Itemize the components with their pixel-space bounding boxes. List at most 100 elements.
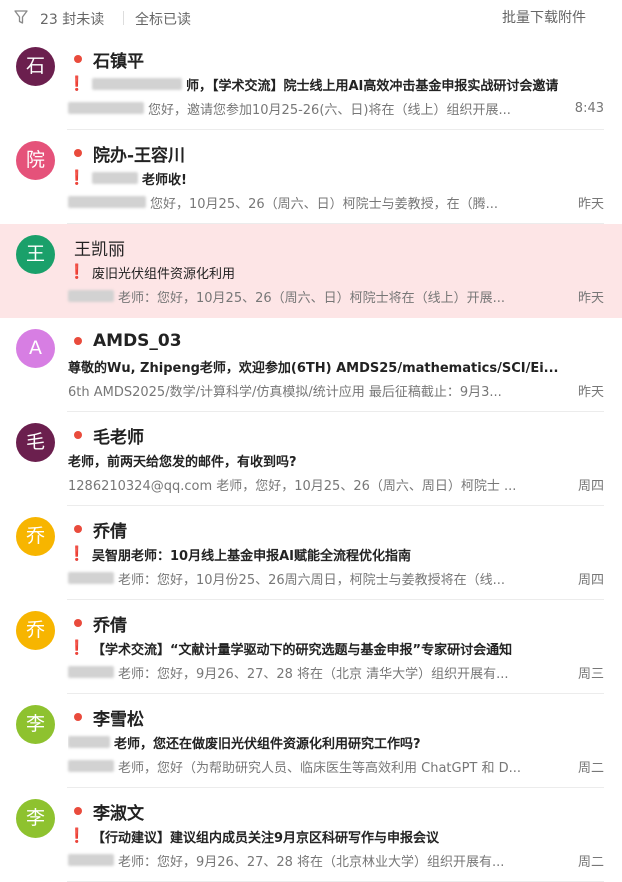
mail-time: 8:43 <box>574 100 604 116</box>
subject-row: 老师，前两天给您发的邮件，有收到吗? <box>68 450 604 470</box>
sender-row: 石镇平 <box>74 47 144 72</box>
redacted-name <box>92 172 138 184</box>
mail-preview: 老师：您好，10月25、26（周六、日）柯院士将在（线上）开展... <box>118 290 506 306</box>
mail-list-item[interactable]: 石 石镇平 ❗ 师，【学术交流】院士线上用AI高效冲击基金申报实战研讨会邀请 您… <box>0 36 622 130</box>
subject-row: 老师，您还在做废旧光伏组件资源化利用研究工作吗? <box>68 732 604 752</box>
subject-row: ❗ 吴智朋老师：10月线上基金申报AI赋能全流程优化指南 <box>68 544 604 564</box>
unread-dot-icon <box>74 525 82 533</box>
sender-name: 石镇平 <box>93 51 144 72</box>
unread-dot-icon <box>74 431 82 439</box>
redacted-name <box>68 290 114 302</box>
unread-dot-icon <box>74 337 82 345</box>
mail-list-item[interactable]: 乔 乔倩 ❗ 【学术交流】“文献计量学驱动下的研究选题与基金申报”专家研讨会通知… <box>0 600 622 694</box>
mail-list-item[interactable]: 李 李雪松 老师，您还在做废旧光伏组件资源化利用研究工作吗? 老师，您好（为帮助… <box>0 694 622 788</box>
subject-row: ❗ 老师收! <box>68 168 604 188</box>
mail-list-item[interactable]: A AMDS_03 尊敬的Wu, Zhipeng老师，欢迎参加(6TH) AMD… <box>0 318 622 412</box>
filter-icon[interactable] <box>14 9 28 25</box>
sender-avatar: 李 <box>16 705 55 744</box>
mail-subject: 废旧光伏组件资源化利用 <box>92 266 236 282</box>
sender-row: 王凯丽 <box>74 235 125 260</box>
sender-row: AMDS_03 <box>74 329 182 353</box>
mail-preview: 6th AMDS2025/数学/计算科学/仿真模拟/统计应用 最后征稿截止：9月… <box>68 384 502 400</box>
sender-avatar: 乔 <box>16 517 55 556</box>
sender-name: 院办-王容川 <box>93 145 186 166</box>
important-flag-icon: ❗ <box>68 76 86 92</box>
preview-row: 您好，10月25、26（周六、日）柯院士与姜教授，在（腾... 昨天 <box>68 192 604 212</box>
redacted-name <box>68 102 144 114</box>
subject-row: ❗ 师，【学术交流】院士线上用AI高效冲击基金申报实战研讨会邀请 <box>68 74 604 94</box>
sender-row: 乔倩 <box>74 611 127 636</box>
mail-time: 周二 <box>577 760 604 776</box>
sender-name: 乔倩 <box>93 615 127 636</box>
mail-subject: 【行动建议】建议组内成员关注9月京区科研写作与申报会议 <box>92 830 440 846</box>
mail-list-item[interactable]: 院 院办-王容川 ❗ 老师收! 您好，10月25、26（周六、日）柯院士与姜教授… <box>0 130 622 224</box>
mail-subject: 尊敬的Wu, Zhipeng老师，欢迎参加(6TH) AMDS25/mathem… <box>68 360 559 376</box>
important-flag-icon: ❗ <box>68 640 86 656</box>
mail-time: 昨天 <box>577 196 604 212</box>
mail-subject: 老师收! <box>142 172 187 188</box>
redacted-name <box>68 854 114 866</box>
preview-row: 您好，邀请您参加10月25-26(六、日)将在（线上）组织开展... 8:43 <box>68 98 604 118</box>
unread-dot-icon <box>74 55 82 63</box>
important-flag-icon: ❗ <box>68 828 86 844</box>
mail-preview: 老师：您好，9月26、27、28 将在（北京 清华大学）组织开展有... <box>118 666 509 682</box>
sender-avatar: 李 <box>16 799 55 838</box>
mail-preview: 1286210324@qq.com 老师，您好，10月25、26（周六、周日）柯… <box>68 478 517 494</box>
sender-avatar: 毛 <box>16 423 55 462</box>
redacted-name <box>68 572 114 584</box>
preview-row: 老师：您好，10月份25、26周六周日，柯院士与姜教授将在（线... 周四 <box>68 568 604 588</box>
important-flag-icon: ❗ <box>68 170 86 186</box>
mail-list-item[interactable]: 李 李淑文 ❗ 【行动建议】建议组内成员关注9月京区科研写作与申报会议 老师：您… <box>0 788 622 882</box>
sender-row: 乔倩 <box>74 517 127 542</box>
unread-dot-icon <box>74 807 82 815</box>
sender-avatar: 王 <box>16 235 55 274</box>
preview-row: 老师：您好，10月25、26（周六、日）柯院士将在（线上）开展... 昨天 <box>68 286 604 306</box>
sender-name: AMDS_03 <box>93 331 182 351</box>
important-flag-icon: ❗ <box>68 546 86 562</box>
sender-name: 李雪松 <box>93 709 144 730</box>
mail-list-item[interactable]: 乔 乔倩 ❗ 吴智朋老师：10月线上基金申报AI赋能全流程优化指南 老师：您好，… <box>0 506 622 600</box>
subject-row: ❗ 废旧光伏组件资源化利用 <box>68 262 604 282</box>
mail-time: 周四 <box>577 478 604 494</box>
mark-all-read-button[interactable]: 全标已读 <box>135 9 191 29</box>
mail-time: 周四 <box>577 572 604 588</box>
sender-row: 院办-王容川 <box>74 141 186 166</box>
mail-time: 昨天 <box>577 384 604 400</box>
subject-row: 尊敬的Wu, Zhipeng老师，欢迎参加(6TH) AMDS25/mathem… <box>68 356 604 376</box>
preview-row: 老师：您好，9月26、27、28 将在（北京 清华大学）组织开展有... 周三 <box>68 662 604 682</box>
important-flag-icon: ❗ <box>68 264 86 280</box>
subject-row: ❗ 【学术交流】“文献计量学驱动下的研究选题与基金申报”专家研讨会通知 <box>68 638 604 658</box>
mail-subject: 吴智朋老师：10月线上基金申报AI赋能全流程优化指南 <box>92 548 411 564</box>
preview-row: 老师，您好（为帮助研究人员、临床医生等高效利用 ChatGPT 和 D... 周… <box>68 756 604 776</box>
mail-list-item[interactable]: 王 王凯丽 ❗ 废旧光伏组件资源化利用 老师：您好，10月25、26（周六、日）… <box>0 224 622 318</box>
preview-row: 1286210324@qq.com 老师，您好，10月25、26（周六、周日）柯… <box>68 474 604 494</box>
mail-time: 昨天 <box>577 290 604 306</box>
redacted-name <box>92 78 182 90</box>
mail-preview: 老师：您好，9月26、27、28 将在（北京林业大学）组织开展有... <box>118 854 505 870</box>
sender-avatar: 石 <box>16 47 55 86</box>
preview-row: 老师：您好，9月26、27、28 将在（北京林业大学）组织开展有... 周二 <box>68 850 604 870</box>
mail-list-item[interactable]: 毛 毛老师 老师，前两天给您发的邮件，有收到吗? 1286210324@qq.c… <box>0 412 622 506</box>
sender-avatar: 院 <box>16 141 55 180</box>
mail-toolbar: 23 封未读 全标已读 批量下载附件 <box>0 0 622 36</box>
sender-avatar: A <box>16 329 55 368</box>
sender-row: 李雪松 <box>74 705 144 730</box>
mail-time: 周二 <box>577 854 604 870</box>
unread-dot-icon <box>74 713 82 721</box>
sender-row: 毛老师 <box>74 423 144 448</box>
redacted-name <box>68 760 114 772</box>
mail-preview: 老师，您好（为帮助研究人员、临床医生等高效利用 ChatGPT 和 D... <box>118 760 522 776</box>
sender-name: 毛老师 <box>93 427 144 448</box>
unread-count: 23 封未读 <box>40 12 105 28</box>
mail-subject: 【学术交流】“文献计量学驱动下的研究选题与基金申报”专家研讨会通知 <box>92 642 513 658</box>
sender-name: 王凯丽 <box>74 239 125 260</box>
unread-dot-icon <box>74 149 82 157</box>
batch-download-attachments-button[interactable]: 批量下载附件 <box>502 7 586 27</box>
mail-subject: 老师，前两天给您发的邮件，有收到吗? <box>68 454 297 470</box>
preview-row: 6th AMDS2025/数学/计算科学/仿真模拟/统计应用 最后征稿截止：9月… <box>68 380 604 400</box>
toolbar-divider <box>123 11 124 25</box>
mail-preview: 老师：您好，10月份25、26周六周日，柯院士与姜教授将在（线... <box>118 572 506 588</box>
mail-list: 石 石镇平 ❗ 师，【学术交流】院士线上用AI高效冲击基金申报实战研讨会邀请 您… <box>0 36 622 882</box>
mail-time: 周三 <box>577 666 604 682</box>
mail-subject: 师，【学术交流】院士线上用AI高效冲击基金申报实战研讨会邀请 <box>186 78 559 94</box>
